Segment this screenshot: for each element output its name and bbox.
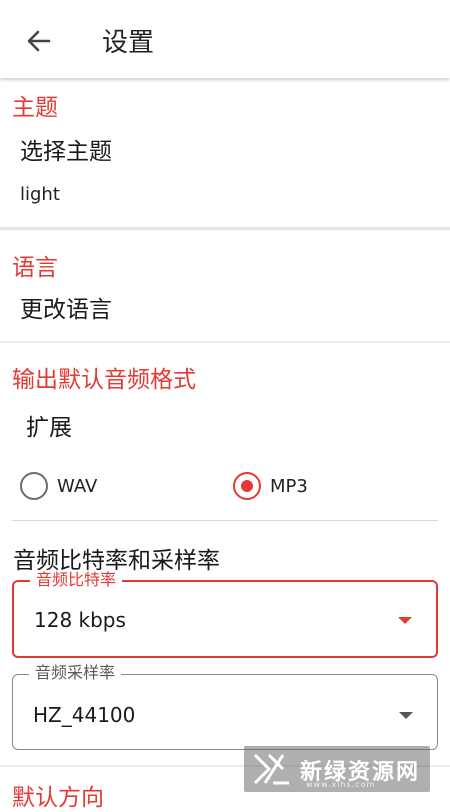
wav-radio[interactable] xyxy=(20,472,48,500)
divider xyxy=(0,341,450,343)
arrow-back-icon xyxy=(27,30,51,52)
mp3-radio[interactable] xyxy=(233,472,261,500)
change-language-item[interactable]: 更改语言 xyxy=(20,290,112,324)
theme-current-value: light xyxy=(20,184,60,205)
bitrate-select[interactable]: 音频比特率 128 kbps xyxy=(12,570,438,658)
language-section-title: 语言 xyxy=(12,255,58,281)
divider xyxy=(0,227,450,230)
watermark-url: www.xlhs.com xyxy=(306,780,376,789)
watermark-logo-icon xyxy=(253,753,289,785)
theme-section-title: 主题 xyxy=(12,95,58,121)
back-button[interactable] xyxy=(22,24,56,58)
samplerate-select-label: 音频采样率 xyxy=(29,663,122,683)
wav-radio-label[interactable]: WAV xyxy=(57,476,97,497)
samplerate-select[interactable]: 音频采样率 HZ_44100 xyxy=(12,663,438,750)
divider xyxy=(12,520,438,521)
samplerate-select-value: HZ_44100 xyxy=(33,703,136,727)
default-direction-section-title: 默认方向 xyxy=(12,785,104,811)
output-format-section-title: 输出默认音频格式 xyxy=(12,367,196,393)
page-title: 设置 xyxy=(102,28,155,58)
dropdown-arrow-icon xyxy=(398,617,412,624)
select-theme-item[interactable]: 选择主题 xyxy=(20,132,112,166)
mp3-radio-label[interactable]: MP3 xyxy=(270,476,308,497)
app-bar: 设置 xyxy=(0,0,450,78)
bitrate-select-value: 128 kbps xyxy=(34,608,126,632)
bitrate-select-label: 音频比特率 xyxy=(30,570,123,590)
extension-label: 扩展 xyxy=(26,415,72,441)
dropdown-arrow-icon xyxy=(399,712,413,719)
watermark: 新绿资源网 www.xlhs.com xyxy=(244,746,430,792)
